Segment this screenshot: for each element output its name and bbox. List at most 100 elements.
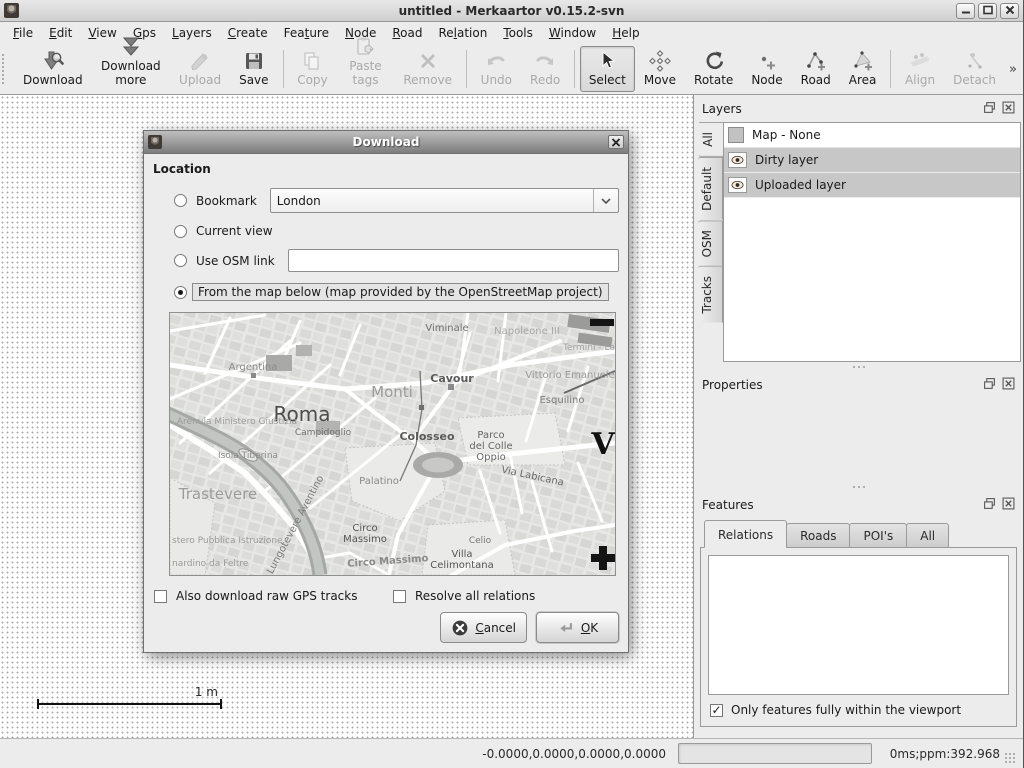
layers-tab-tracks[interactable]: Tracks [698,266,723,323]
toolbar-detach-button[interactable]: Detach [944,46,1005,92]
map-zoom-out-button[interactable] [589,313,615,337]
checkbox-resolve-all-relations[interactable] [393,590,406,603]
menu-create[interactable]: Create [221,24,275,42]
toolbar-overflow-button[interactable]: » [1005,62,1021,77]
minimize-button[interactable] [956,3,975,19]
layers-tab-default[interactable]: Default [698,157,723,220]
toolbar-area-button[interactable]: Area [840,46,886,92]
layers-dock-header: Layers [694,95,1023,120]
splitter-handle[interactable] [694,482,1023,491]
radio-bookmark[interactable] [174,194,187,207]
map-label: V [590,427,615,462]
toolbar-upload-button[interactable]: Upload [170,46,230,92]
checkbox-also-download-raw-gps-tr[interactable] [154,590,167,603]
viewport-only-label: Only features fully within the viewport [731,703,961,717]
toolbar-label: Detach [953,73,996,87]
ok-button[interactable]: OK [536,612,619,643]
chevron-down-icon[interactable] [593,189,618,212]
toolbar-label: Download [23,73,83,87]
menu-feature[interactable]: Feature [277,24,336,42]
checkbox-label[interactable]: Also download raw GPS tracks [176,589,357,603]
toolbar-rotate-button[interactable]: Rotate [685,46,742,92]
toolbar-drag-handle[interactable] [2,54,12,84]
menu-tools[interactable]: Tools [496,24,540,42]
menu-file[interactable]: File [6,24,40,42]
option-label[interactable]: From the map below (map provided by the … [192,283,609,301]
toolbar-road-button[interactable]: Road [792,46,840,92]
layer-row-dirty-layer[interactable]: Dirty layer [724,148,1020,173]
resize-grip[interactable] [1004,752,1017,765]
menu-edit[interactable]: Edit [42,24,79,42]
menu-help[interactable]: Help [605,24,646,42]
radio-use-osm-link[interactable] [174,254,187,267]
features-float-button[interactable] [982,498,996,512]
toolbar-label: Align [905,73,935,87]
dialog-titlebar[interactable]: Download [144,131,628,154]
option-label[interactable]: Use OSM link [196,254,275,268]
option-label[interactable]: Current view [196,224,273,238]
features-tab-all[interactable]: All [906,523,949,548]
viewport-only-checkbox[interactable]: ✓ [710,704,723,717]
maximize-button[interactable] [978,3,997,19]
toolbar-paste-tags-button[interactable]: Paste tags [337,46,395,92]
layers-close-button[interactable] [1001,102,1015,116]
toolbar-align-button[interactable]: Align [896,46,944,92]
statusbar: -0.0000,0.0000,0.0000,0.0000 0ms;ppm:392… [0,738,1023,768]
map-label: Circo [352,523,377,534]
radio-current-view[interactable] [174,225,187,238]
layer-label: Dirty layer [755,153,818,167]
layers-tab-osm[interactable]: OSM [698,220,723,266]
map-zoom-in-button[interactable] [589,551,615,575]
close-button[interactable] [1000,3,1019,19]
features-tab-poi-s[interactable]: POI's [849,523,907,548]
layers-float-button[interactable] [982,102,996,116]
radio-from-the-map-below-map-p[interactable] [174,286,187,299]
toolbar-select-button[interactable]: Select [580,46,635,92]
float-icon [983,101,996,117]
menu-view[interactable]: View [81,24,123,42]
properties-float-button[interactable] [982,378,996,392]
dialog-close-button[interactable] [608,135,624,149]
layers-tab-all[interactable]: All [698,122,724,157]
features-list[interactable] [708,555,1009,695]
layer-swatch-icon[interactable] [728,127,744,143]
menu-layers[interactable]: Layers [165,24,219,42]
toolbar-download-button[interactable]: Download [14,46,92,92]
features-tab-roads[interactable]: Roads [786,523,850,548]
checkbox-label[interactable]: Resolve all relations [415,589,535,603]
toolbar-remove-button[interactable]: Remove [394,46,461,92]
button-label: OK [581,621,598,635]
menu-window[interactable]: Window [542,24,603,42]
layer-row-map-none[interactable]: Map - None [724,123,1020,148]
float-icon [983,377,996,393]
osm-link-input[interactable] [288,249,619,272]
toolbar-label: Save [239,73,268,87]
eye-icon[interactable] [728,177,747,193]
toolbar-copy-button[interactable]: Copy [288,46,336,92]
features-tab-relations[interactable]: Relations [704,520,787,548]
layer-row-uploaded-layer[interactable]: Uploaded layer [724,173,1020,198]
toolbar-redo-button[interactable]: Redo [521,46,569,92]
properties-close-button[interactable] [1001,378,1015,392]
toolbar-download-more-button[interactable]: Download more [92,46,170,92]
dialog-map-preview[interactable]: ArgentinaViminaleNapoleone IIITermini - … [169,312,616,576]
toolbar-move-button[interactable]: Move [635,46,685,92]
splitter-handle[interactable] [694,362,1023,371]
statusbar-progressbar [678,743,872,764]
menu-road[interactable]: Road [385,24,429,42]
toolbar-node-button[interactable]: Node [742,46,791,92]
scalebar: 1 m [37,685,222,705]
menu-relation[interactable]: Relation [431,24,494,42]
statusbar-ppm: 0ms;ppm:392.968 [872,747,1004,761]
properties-dock-header: Properties [694,371,1023,396]
undo-icon [484,50,508,72]
bookmark-combobox[interactable]: London [270,188,619,213]
features-close-button[interactable] [1001,498,1015,512]
toolbar-label: Download more [101,59,161,87]
option-label[interactable]: Bookmark [196,194,257,208]
cancel-button[interactable]: Cancel [440,612,527,643]
toolbar-save-button[interactable]: Save [230,46,277,92]
map-label: Oppio [476,452,505,463]
toolbar-undo-button[interactable]: Undo [472,46,521,92]
eye-icon[interactable] [728,152,747,168]
